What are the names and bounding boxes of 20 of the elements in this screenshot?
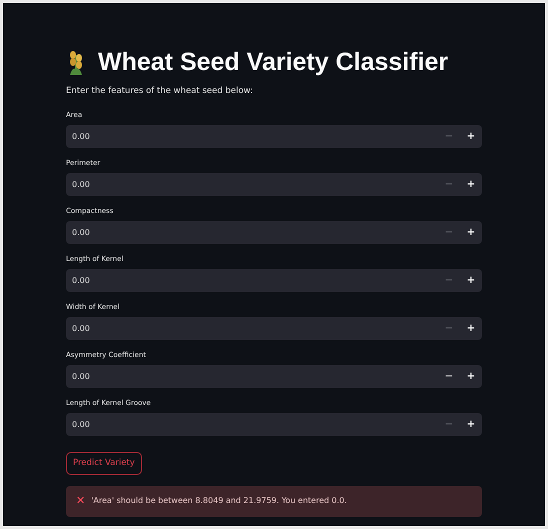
page-title: Wheat Seed Variety Classifier xyxy=(98,50,448,74)
number-input[interactable]: 0.00 xyxy=(66,412,438,436)
number-input[interactable]: 0.00 xyxy=(66,124,438,148)
decrement-button[interactable]: − xyxy=(438,364,460,388)
number-input[interactable]: 0.00 xyxy=(66,220,438,244)
number-input[interactable]: 0.00 xyxy=(66,364,438,388)
number-input[interactable]: 0.00 xyxy=(66,316,438,340)
increment-button[interactable]: + xyxy=(460,172,482,196)
number-input[interactable]: 0.00 xyxy=(66,172,438,196)
predict-button[interactable]: Predict Variety xyxy=(66,452,142,475)
increment-button[interactable]: + xyxy=(460,268,482,292)
increment-button[interactable]: + xyxy=(460,412,482,436)
error-message: 'Area' should be between 8.8049 and 21.9759. You entered 0.0. xyxy=(91,495,347,508)
number-input[interactable]: 0.00 xyxy=(66,268,438,292)
increment-button[interactable]: + xyxy=(460,316,482,340)
intro-text: Enter the features of the wheat seed below: xyxy=(66,85,254,98)
increment-button[interactable]: + xyxy=(460,364,482,388)
increment-button[interactable]: + xyxy=(460,220,482,244)
increment-button[interactable]: + xyxy=(460,124,482,148)
error-icon: ✕ xyxy=(76,492,86,510)
